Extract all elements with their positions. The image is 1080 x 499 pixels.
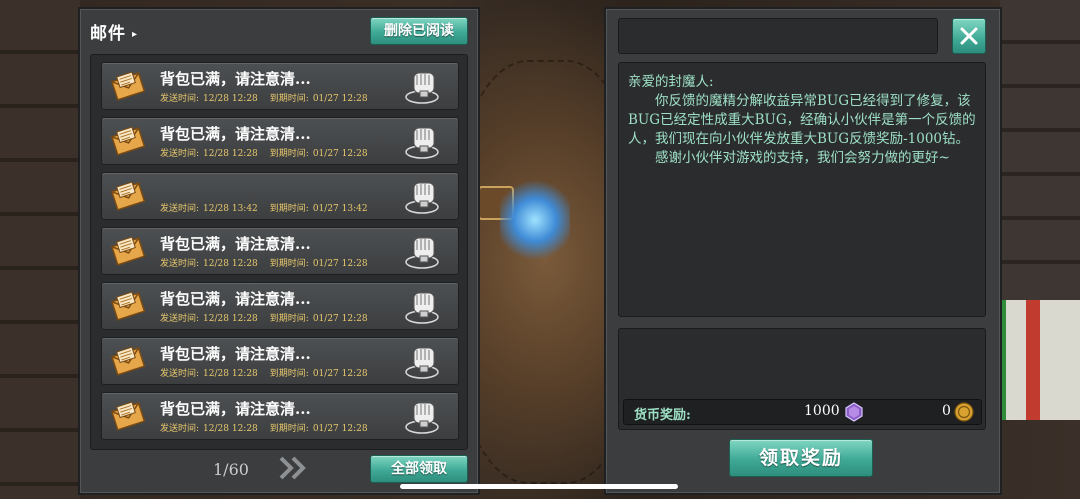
double-chevron-right-icon[interactable] (278, 455, 308, 481)
currency-reward-label: 货币奖励: (634, 408, 691, 423)
mail-meta: 发送时间: 12/28 12:28 到期时间: 01/27 12:28 (160, 366, 372, 379)
expire-label: 到期时间: (269, 424, 309, 434)
letter-paragraph: 感谢小伙伴对游戏的支持，我们会努力做的更好~ (655, 150, 950, 166)
expire-time: 01/27 12:28 (312, 149, 368, 159)
claim-hand-icon[interactable] (404, 122, 444, 160)
mail-subject: 背包已满，请注意清... (160, 290, 311, 308)
gold-coin-icon (954, 402, 974, 422)
mail-item[interactable]: 背包已满，请注意清... 发送时间: 12/28 12:28 到期时间: 01/27 … (101, 337, 459, 385)
currency-reward-bar: 货币奖励: 1000 0 (623, 399, 982, 425)
mail-subject: 背包已满，请注意清... (160, 400, 311, 418)
mail-content: 亲爱的封魔人: 你反馈的魔精分解收益异常BUG已经得到了修复，该BUG已经定性成… (618, 62, 986, 317)
mail-meta: 发送时间: 12/28 12:28 到期时间: 01/27 12:28 (160, 311, 372, 324)
mail-subject: 背包已满，请注意清... (160, 70, 311, 88)
claim-hand-icon[interactable] (404, 342, 444, 380)
sent-time: 12/28 12:28 (203, 424, 258, 434)
mail-item[interactable]: 背包已满，请注意清... 发送时间: 12/28 12:28 到期时间: 01/27 … (101, 282, 459, 330)
mail-item[interactable]: 背包已满，请注意清... 发送时间: 12/28 12:28 到期时间: 01/27 … (101, 117, 459, 165)
expire-time: 01/27 12:28 (312, 94, 368, 104)
mail-item[interactable]: 背包已满，请注意清... 发送时间: 12/28 12:28 到期时间: 01/27 … (101, 62, 459, 110)
claim-hand-icon[interactable] (404, 67, 444, 105)
expire-label: 到期时间: (269, 314, 309, 324)
expire-label: 到期时间: (269, 94, 309, 104)
sent-time: 12/28 12:28 (203, 314, 258, 324)
diamond-amount: 1000 (804, 403, 840, 419)
envelope-icon (111, 236, 145, 266)
expire-label: 到期时间: (269, 149, 309, 159)
mail-list-panel: 邮件 ▸ 删除已阅读 背包已满，请注意清... 发送时间: 12/28 12:28 到… (78, 7, 480, 495)
dungeon-wall-right (1000, 0, 1080, 300)
mail-list[interactable]: 背包已满，请注意清... 发送时间: 12/28 12:28 到期时间: 01/27 … (90, 54, 468, 450)
claim-hand-icon[interactable] (404, 397, 444, 435)
mail-subject: 背包已满，请注意清... (160, 125, 311, 143)
home-indicator[interactable] (400, 484, 678, 489)
claim-all-button[interactable]: 全部领取 (370, 455, 468, 483)
sent-label: 发送时间: (160, 314, 200, 324)
sent-time: 12/28 12:28 (203, 259, 258, 269)
coin-amount: 0 (942, 403, 951, 419)
mail-detail-panel: 亲爱的封魔人: 你反馈的魔精分解收益异常BUG已经得到了修复，该BUG已经定性成… (604, 7, 1002, 495)
mail-subject: 背包已满，请注意清... (160, 235, 311, 253)
sent-label: 发送时间: (160, 149, 200, 159)
letter-paragraph: 你反馈的魔精分解收益异常BUG已经得到了修复，该BUG已经定性成重大BUG，经确… (628, 93, 976, 147)
claim-hand-icon[interactable] (404, 177, 444, 215)
dungeon-wall-left (0, 0, 80, 499)
sent-label: 发送时间: (160, 369, 200, 379)
expire-label: 到期时间: (269, 204, 309, 214)
sent-time: 12/28 13:42 (203, 204, 258, 214)
sent-label: 发送时间: (160, 94, 200, 104)
delete-read-button[interactable]: 删除已阅读 (370, 17, 468, 45)
close-button[interactable] (952, 18, 986, 54)
mail-item[interactable]: 发送时间: 12/28 13:42 到期时间: 01/27 13:42 (101, 172, 459, 220)
expire-time: 01/27 12:28 (312, 424, 368, 434)
envelope-icon (111, 126, 145, 156)
expire-time: 01/27 12:28 (312, 314, 368, 324)
expire-time: 01/27 12:28 (312, 259, 368, 269)
sent-label: 发送时间: (160, 204, 200, 214)
expire-time: 01/27 12:28 (312, 369, 368, 379)
sent-time: 12/28 12:28 (203, 369, 258, 379)
sent-label: 发送时间: (160, 424, 200, 434)
gift-box (1000, 300, 1080, 420)
mail-meta: 发送时间: 12/28 12:28 到期时间: 01/27 12:28 (160, 256, 372, 269)
expire-label: 到期时间: (269, 369, 309, 379)
character-sprite (500, 180, 570, 260)
mail-meta: 发送时间: 12/28 12:28 到期时间: 01/27 12:28 (160, 146, 372, 159)
mail-sender-field (618, 18, 938, 54)
mail-subject: 背包已满，请注意清... (160, 345, 311, 363)
mail-meta: 发送时间: 12/28 12:28 到期时间: 01/27 12:28 (160, 421, 372, 434)
mail-item[interactable]: 背包已满，请注意清... 发送时间: 12/28 12:28 到期时间: 01/27 … (101, 227, 459, 275)
claim-reward-button[interactable]: 领取奖励 (729, 439, 873, 477)
claim-hand-icon[interactable] (404, 287, 444, 325)
mail-meta: 发送时间: 12/28 13:42 到期时间: 01/27 13:42 (160, 201, 372, 214)
page-indicator: 1/60 (213, 460, 249, 479)
envelope-icon (111, 181, 145, 211)
sent-time: 12/28 12:28 (203, 94, 258, 104)
envelope-icon (111, 291, 145, 321)
sent-label: 发送时间: (160, 259, 200, 269)
sent-time: 12/28 12:28 (203, 149, 258, 159)
panel-title[interactable]: 邮件 ▸ (90, 19, 138, 44)
letter-body: 亲爱的封魔人: 你反馈的魔精分解收益异常BUG已经得到了修复，该BUG已经定性成… (628, 73, 980, 168)
mail-meta: 发送时间: 12/28 12:28 到期时间: 01/27 12:28 (160, 91, 372, 104)
diamond-icon (845, 402, 863, 422)
expire-time: 01/27 13:42 (312, 204, 368, 214)
caret-icon: ▸ (132, 29, 139, 40)
letter-greeting: 亲爱的封魔人: (628, 74, 714, 90)
claim-hand-icon[interactable] (404, 232, 444, 270)
close-icon (960, 27, 978, 45)
expire-label: 到期时间: (269, 259, 309, 269)
envelope-icon (111, 401, 145, 431)
envelope-icon (111, 71, 145, 101)
mail-item[interactable]: 背包已满，请注意清... 发送时间: 12/28 12:28 到期时间: 01/27 … (101, 392, 459, 440)
envelope-icon (111, 346, 145, 376)
mail-title-text: 邮件 (90, 24, 126, 44)
